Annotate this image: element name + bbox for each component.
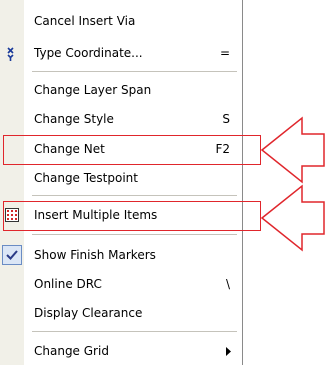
arrow-icon (260, 116, 325, 184)
callout-arrows (260, 116, 325, 252)
arrow-icon (260, 184, 325, 252)
